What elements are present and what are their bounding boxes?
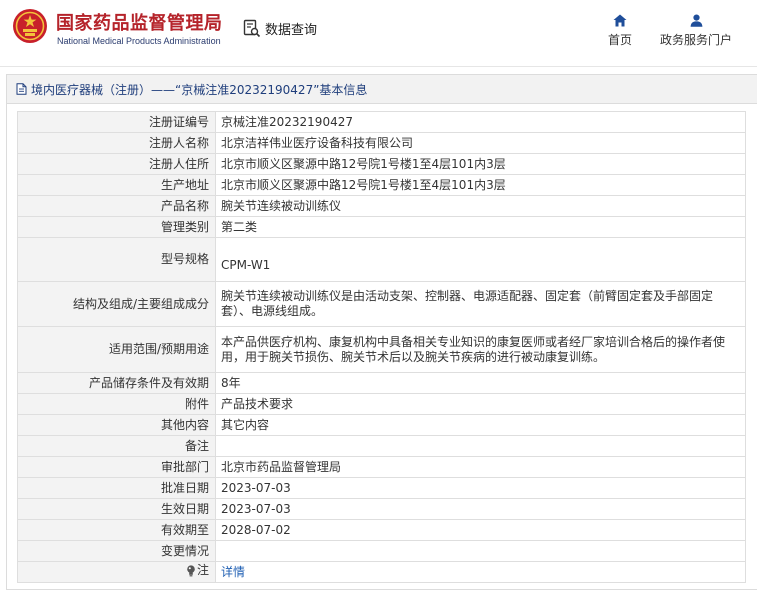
panel-header: 境内医疗器械（注册）——“京械注准20232190427”基本信息 — [7, 75, 757, 104]
field-value: 京械注准20232190427 — [215, 111, 746, 133]
field-value: 北京市顺义区聚源中路12号院1号楼1至4层101内3层 — [215, 174, 746, 196]
model-spec-value: CPM-W1 — [221, 258, 271, 272]
national-emblem-logo[interactable] — [12, 8, 48, 44]
panel-title: 境内医疗器械（注册）——“京械注准20232190427”基本信息 — [31, 82, 368, 97]
field-value: 2023-07-03 — [215, 498, 746, 520]
field-label: 结构及组成/主要组成成分 — [17, 281, 216, 327]
field-label: 产品名称 — [17, 195, 216, 217]
field-value — [215, 435, 746, 457]
document-search-icon — [243, 19, 261, 37]
table-row: 注册人名称 北京洁祥伟业医疗设备科技有限公司 — [17, 132, 746, 154]
field-label: 管理类别 — [17, 216, 216, 238]
site-header: 国家药品监督管理局 National Medical Products Admi… — [0, 0, 757, 66]
table-row: 审批部门 北京市药品监督管理局 — [17, 456, 746, 478]
note-label: 注 — [196, 563, 209, 578]
header-divider — [0, 66, 757, 67]
table-row: 其他内容 其它内容 — [17, 414, 746, 436]
field-label: 适用范围/预期用途 — [17, 326, 216, 373]
field-value — [215, 540, 746, 562]
table-row: 变更情况 — [17, 540, 746, 562]
field-label: 审批部门 — [17, 456, 216, 478]
field-label: 批准日期 — [17, 477, 216, 499]
table-row: 型号规格 CPM-W1 — [17, 237, 746, 282]
table-row: 注册人住所 北京市顺义区聚源中路12号院1号楼1至4层101内3层 — [17, 153, 746, 175]
table-row: 结构及组成/主要组成成分 腕关节连续被动训练仪是由活动支架、控制器、电源适配器、… — [17, 281, 746, 327]
table-row: 生效日期 2023-07-03 — [17, 498, 746, 520]
table-row: 产品名称 腕关节连续被动训练仪 — [17, 195, 746, 217]
note-label-cell: 注 — [17, 561, 216, 583]
field-label: 生产地址 — [17, 174, 216, 196]
field-label: 附件 — [17, 393, 216, 415]
table-row: 附件 产品技术要求 — [17, 393, 746, 415]
field-label: 其他内容 — [17, 414, 216, 436]
field-value: 北京市顺义区聚源中路12号院1号楼1至4层101内3层 — [215, 153, 746, 175]
data-query-link[interactable]: 数据查询 — [243, 18, 317, 38]
field-label: 变更情况 — [17, 540, 216, 562]
registration-info-table: 注册证编号 京械注准20232190427 注册人名称 北京洁祥伟业医疗设备科技… — [17, 111, 746, 583]
field-label: 型号规格 — [17, 237, 216, 282]
home-icon — [613, 14, 627, 27]
field-value: 第二类 — [215, 216, 746, 238]
table-row: 备注 — [17, 435, 746, 457]
field-value: 腕关节连续被动训练仪 — [215, 195, 746, 217]
data-query-label: 数据查询 — [265, 22, 318, 38]
document-icon — [16, 83, 27, 95]
field-value: 本产品供医疗机构、康复机构中具备相关专业知识的康复医师或者经厂家培训合格后的操作… — [215, 326, 746, 373]
field-label: 注册人名称 — [17, 132, 216, 154]
table-row: 产品储存条件及有效期 8年 — [17, 372, 746, 394]
site-brand-title[interactable]: 国家药品监督管理局 — [56, 9, 223, 35]
field-value: 腕关节连续被动训练仪是由活动支架、控制器、电源适配器、固定套（前臂固定套及手部固… — [215, 281, 746, 327]
device-info-panel: 境内医疗器械（注册）——“京械注准20232190427”基本信息 注册证编号 … — [6, 74, 757, 590]
table-row: 注册证编号 京械注准20232190427 — [17, 111, 746, 133]
table-row: 有效期至 2028-07-02 — [17, 519, 746, 541]
table-row: 批准日期 2023-07-03 — [17, 477, 746, 499]
note-value-cell: 详情 — [215, 561, 746, 583]
field-value: 北京洁祥伟业医疗设备科技有限公司 — [215, 132, 746, 154]
details-link[interactable]: 详情 — [221, 565, 245, 579]
field-value: 2023-07-03 — [215, 477, 746, 499]
field-value: CPM-W1 — [215, 237, 746, 282]
lightbulb-icon — [187, 565, 195, 577]
field-value: 2028-07-02 — [215, 519, 746, 541]
nav-home-label: 首页 — [607, 33, 632, 47]
nav-gov-services[interactable]: 政务服务门户 — [655, 14, 737, 48]
nav-gov-label: 政务服务门户 — [659, 33, 732, 47]
field-value: 产品技术要求 — [215, 393, 746, 415]
field-label: 备注 — [17, 435, 216, 457]
table-row-note: 注 详情 — [17, 561, 746, 583]
user-icon — [690, 14, 702, 27]
field-label: 产品储存条件及有效期 — [17, 372, 216, 394]
field-label: 注册证编号 — [17, 111, 216, 133]
field-label: 生效日期 — [17, 498, 216, 520]
table-row: 管理类别 第二类 — [17, 216, 746, 238]
field-value: 其它内容 — [215, 414, 746, 436]
field-label: 有效期至 — [17, 519, 216, 541]
site-brand-subtitle: National Medical Products Administration — [57, 36, 221, 46]
nav-home[interactable]: 首页 — [602, 14, 638, 48]
field-label: 注册人住所 — [17, 153, 216, 175]
note-label-wrap: 注 — [186, 563, 209, 578]
table-row: 适用范围/预期用途 本产品供医疗机构、康复机构中具备相关专业知识的康复医师或者经… — [17, 326, 746, 373]
field-value: 北京市药品监督管理局 — [215, 456, 746, 478]
table-row: 生产地址 北京市顺义区聚源中路12号院1号楼1至4层101内3层 — [17, 174, 746, 196]
field-value: 8年 — [215, 372, 746, 394]
